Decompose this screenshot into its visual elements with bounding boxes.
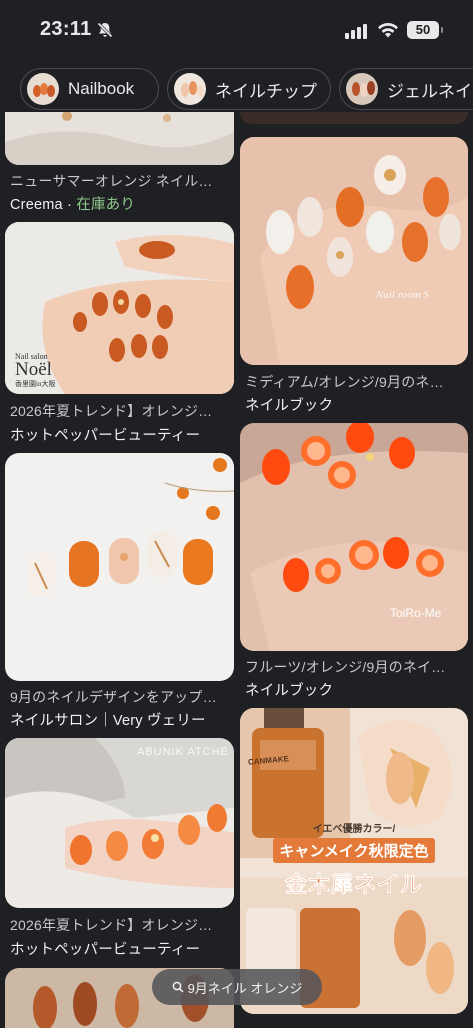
search-query-pill[interactable]: 9月ネイル オレンジ (152, 969, 322, 1005)
result-caption[interactable]: 2026年夏トレンド】オレンジ… (10, 915, 235, 935)
result-image-top-sliver[interactable] (240, 112, 468, 124)
result-caption[interactable]: フルーツ/オレンジ/9月のネイ… (245, 657, 470, 677)
logo-main: Noël (15, 359, 52, 380)
chip-nailbook[interactable]: Nailbook (20, 68, 159, 110)
result-image-very[interactable] (5, 453, 234, 681)
chip-nail-tips[interactable]: ネイルチップ (167, 68, 331, 110)
chip-label: Nailbook (68, 79, 135, 98)
chip-label: ネイルチップ (215, 81, 317, 101)
promo-title: 金木犀ネイル (284, 872, 423, 898)
result-caption[interactable]: 9月のネイルデザインをアップ… (10, 687, 235, 707)
result-image-toiro-me[interactable]: ToiRo-Me (240, 423, 468, 651)
promo-tagline: イエベ優勝カラー/ (312, 824, 396, 835)
promo-subtitle: キャンメイク秋限定色 (273, 838, 435, 863)
image-watermark: ToiRo-Me (390, 606, 442, 620)
stock-badge: 在庫あり (76, 197, 136, 213)
result-image-nail-room-s[interactable]: Nail room S (240, 137, 468, 365)
source-name: Creema (10, 197, 63, 213)
separator-dot: · (62, 197, 77, 213)
battery-indicator: 50 (407, 21, 443, 39)
result-source: ネイルサロン｜Very ヴェリー (10, 713, 206, 729)
silent-bell-icon (97, 22, 113, 38)
result-image-abunik[interactable]: ABUNIK ATCHE (5, 738, 234, 908)
search-icon (172, 981, 184, 993)
result-source: Creema · 在庫あり (10, 193, 135, 214)
chip-thumbnail (174, 73, 206, 105)
result-image-noel[interactable]: Nail salon Noël 香里園in大阪 (5, 222, 234, 394)
chip-thumbnail (27, 73, 59, 105)
search-query-text: 9月ネイル オレンジ (187, 980, 303, 996)
image-watermark: Nail room S (376, 289, 429, 301)
result-source: ホットペッパービューティー (10, 428, 201, 444)
image-watermark: ABUNIK ATCHE (137, 746, 229, 758)
clock: 23:11 (40, 18, 92, 40)
filter-chips: Nailbook ネイルチップ ジェルネイル (0, 68, 473, 112)
logo-sub: 香里園in大阪 (15, 380, 56, 388)
result-image-creema[interactable] (5, 112, 234, 165)
status-bar: 23:11 50 (0, 0, 473, 60)
result-source: ネイルブック (245, 683, 334, 699)
cellular-signal-icon (345, 24, 367, 39)
result-source: ネイルブック (245, 398, 334, 414)
result-caption[interactable]: ミディアム/オレンジ/9月のネ… (245, 372, 470, 392)
chip-thumbnail (346, 73, 378, 105)
chip-gel-nail[interactable]: ジェルネイル (339, 68, 473, 110)
result-caption[interactable]: 2026年夏トレンド】オレンジ… (10, 401, 235, 421)
promo-banner: イエベ優勝カラー/ キャンメイク秋限定色 金木犀ネイル (240, 820, 468, 900)
wifi-icon (378, 22, 398, 38)
salon-logo: Nail salon Noël 香里園in大阪 (15, 352, 55, 389)
result-source: ホットペッパービューティー (10, 942, 201, 958)
result-caption[interactable]: ニューサマーオレンジ ネイル… (10, 171, 235, 191)
chip-label: ジェルネイル (387, 81, 473, 101)
